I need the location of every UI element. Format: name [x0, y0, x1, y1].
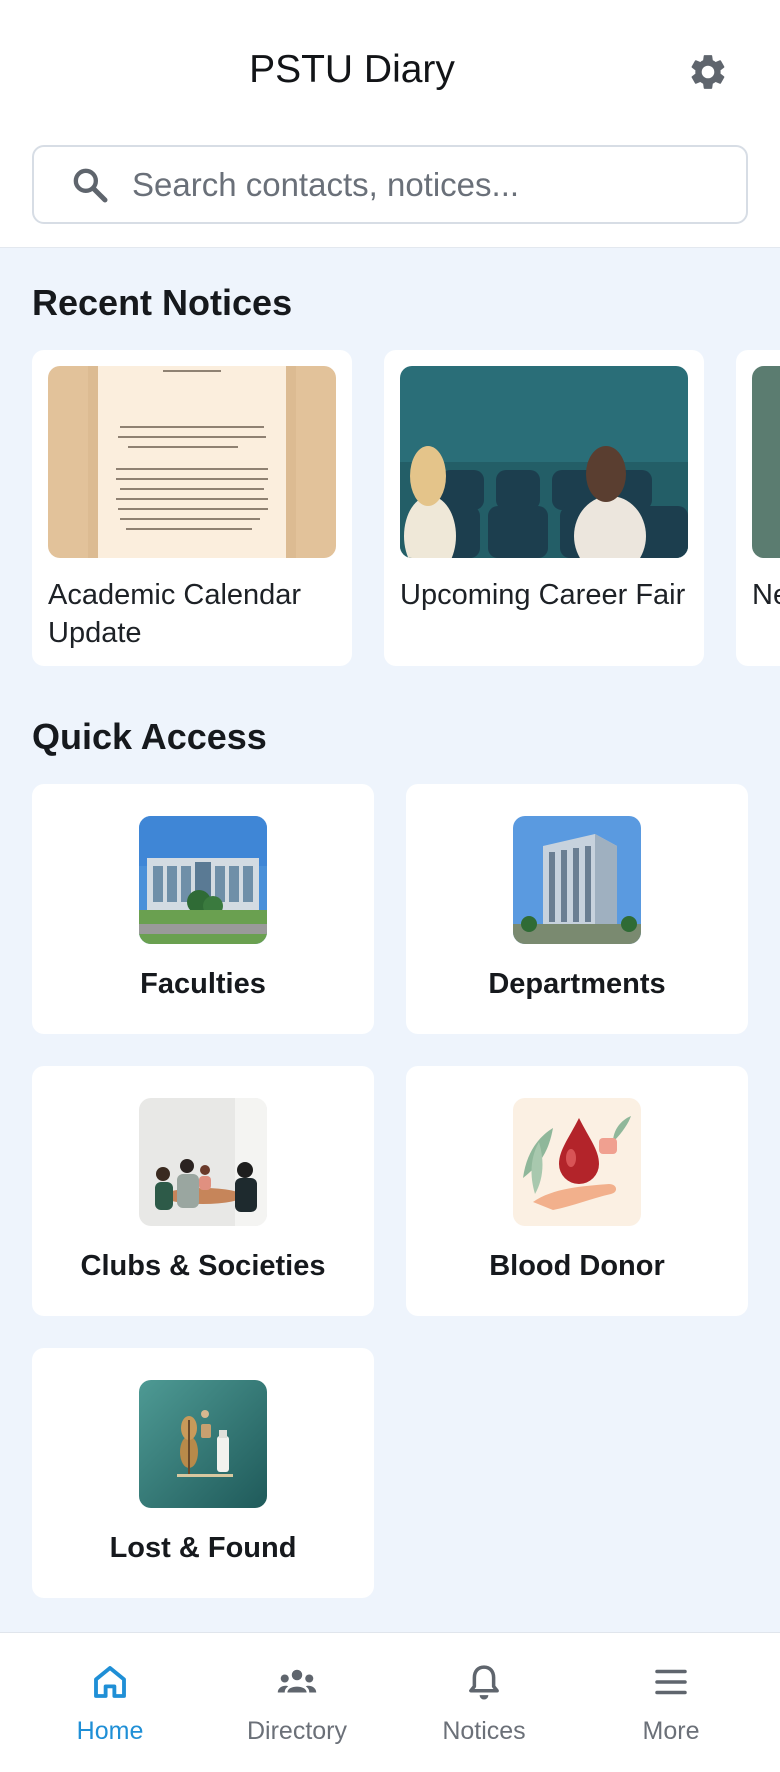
- home-icon: [94, 1666, 126, 1698]
- tile-label: Lost & Found: [109, 1532, 297, 1564]
- nav-home[interactable]: Home: [40, 1661, 180, 1761]
- quick-access-heading: Quick Access: [32, 716, 267, 757]
- clubs-tile[interactable]: Clubs & Societies: [32, 1066, 374, 1316]
- notice-image: [752, 366, 780, 558]
- search-icon: [73, 168, 108, 202]
- tile-label: Faculties: [140, 968, 266, 1000]
- notice-title: Academic Calendar Update: [48, 579, 302, 649]
- tile-label: Blood Donor: [489, 1250, 665, 1282]
- departments-tile[interactable]: Departments: [406, 784, 748, 1034]
- nav-label: Directory: [246, 1717, 347, 1745]
- page-title: PSTU Diary: [249, 48, 455, 91]
- notice-image-seminar: [400, 366, 688, 558]
- search-bar[interactable]: [32, 145, 748, 224]
- clubs-image: [139, 1098, 267, 1226]
- bell-icon: [469, 1665, 499, 1700]
- settings-button[interactable]: [684, 48, 732, 96]
- lost-found-tile[interactable]: Lost & Found: [32, 1348, 374, 1598]
- lost-found-image: [139, 1380, 267, 1508]
- notice-image-document: [48, 366, 336, 558]
- tile-label: Clubs & Societies: [80, 1250, 326, 1282]
- nav-label: More: [642, 1717, 700, 1745]
- recent-notices-heading: Recent Notices: [32, 282, 293, 323]
- notice-card[interactable]: New Announcement: [736, 350, 780, 666]
- nav-label: Home: [76, 1717, 144, 1745]
- notice-card[interactable]: Academic Calendar Update: [32, 350, 352, 666]
- nav-directory[interactable]: Directory: [227, 1661, 367, 1761]
- nav-notices[interactable]: Notices: [414, 1661, 554, 1761]
- blood-donor-image: [513, 1098, 641, 1226]
- departments-image: [513, 816, 641, 944]
- app-header: PSTU Diary: [0, 0, 780, 248]
- faculties-image: [139, 816, 267, 944]
- search-input[interactable]: [132, 165, 692, 204]
- tile-label: Departments: [488, 968, 666, 1000]
- faculties-tile[interactable]: Faculties: [32, 784, 374, 1034]
- notice-card[interactable]: Upcoming Career Fair: [384, 350, 704, 666]
- people-icon: [277, 1669, 317, 1693]
- nav-more[interactable]: More: [601, 1661, 741, 1761]
- notice-title: Upcoming Career Fair: [400, 579, 686, 611]
- bottom-navigation: Home Directory Notices More: [0, 1632, 780, 1772]
- gear-icon: [691, 55, 725, 89]
- notices-carousel[interactable]: Academic Calendar Update Upcoming Career…: [32, 350, 780, 666]
- blood-donor-tile[interactable]: Blood Donor: [406, 1066, 748, 1316]
- menu-icon: [655, 1669, 687, 1695]
- nav-label: Notices: [442, 1717, 526, 1745]
- notice-title: New Announcement: [752, 579, 780, 611]
